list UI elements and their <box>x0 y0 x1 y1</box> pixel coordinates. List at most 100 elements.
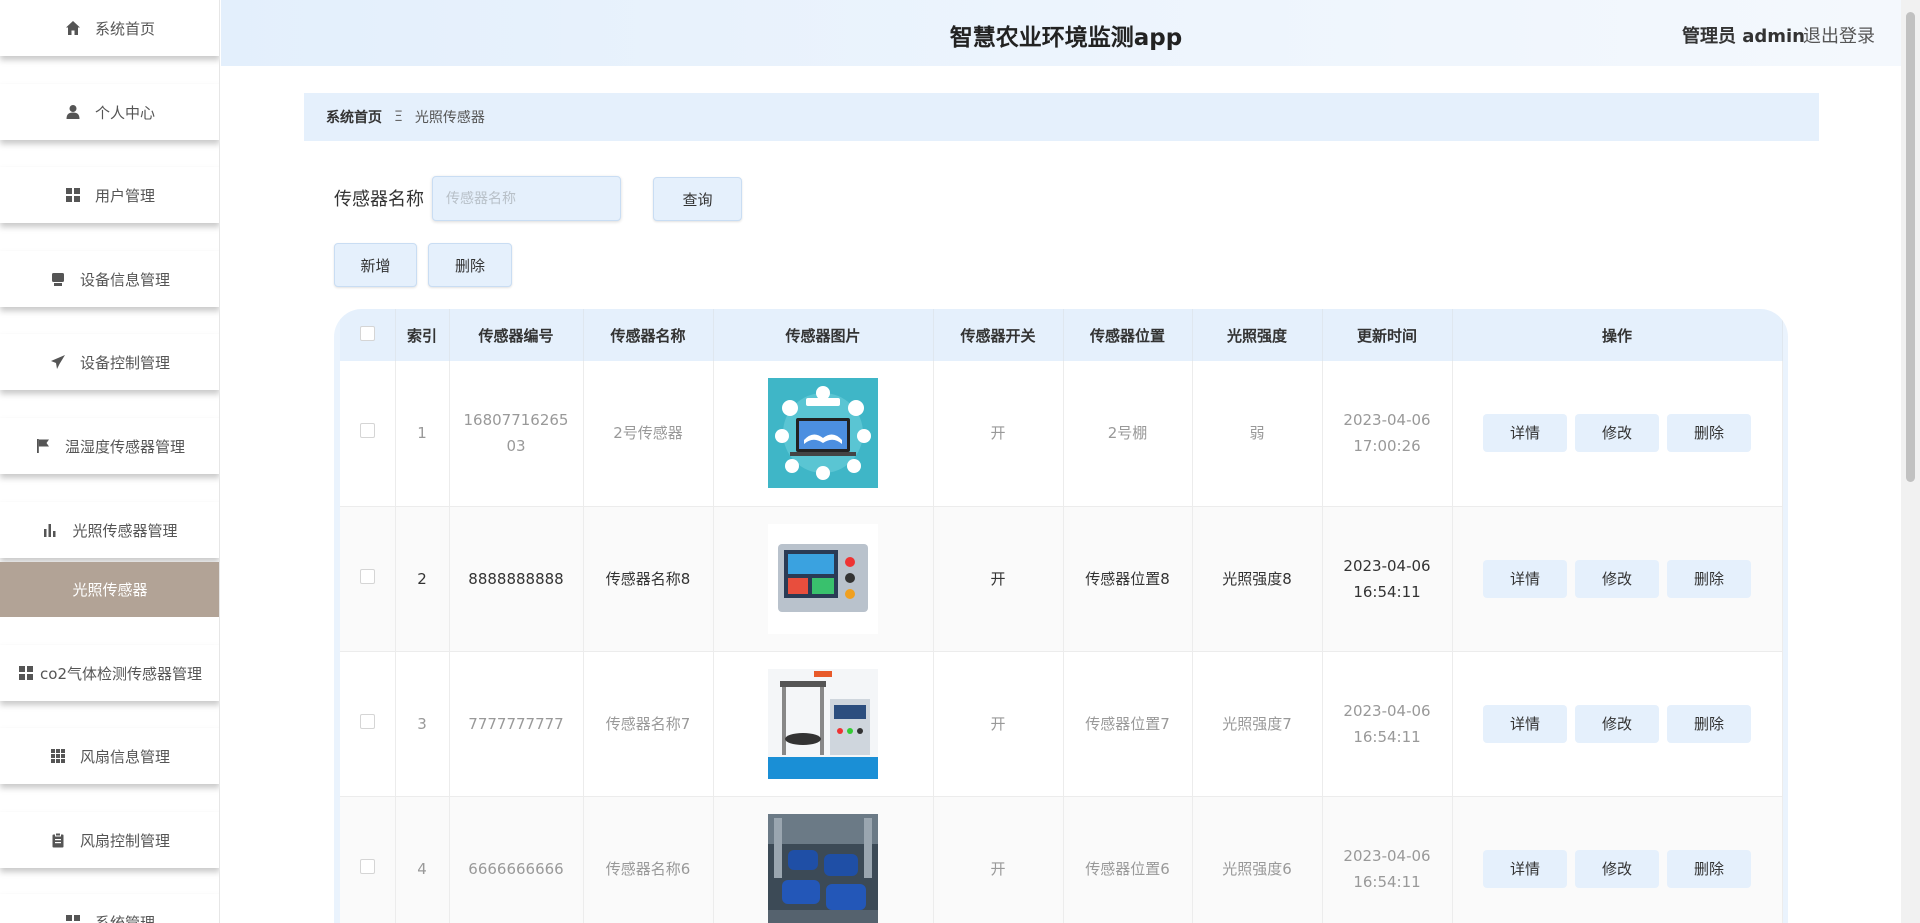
sidebar-item-label: 设备控制管理 <box>79 353 170 372</box>
cell-switch: 开 <box>933 651 1064 797</box>
delete-button[interactable]: 删除 <box>1667 849 1751 888</box>
table-row: 3 7777777777 传感器名称7 开 传感器位置7 光照强度7 2023-… <box>340 651 1783 797</box>
sidebar-item-label: 风扇控制管理 <box>79 831 170 850</box>
search-button[interactable]: 查询 <box>653 177 742 221</box>
test-machine-image[interactable] <box>768 668 878 779</box>
breadcrumb-home[interactable]: 系统首页 <box>326 107 382 127</box>
search-input[interactable] <box>432 176 621 221</box>
cell-image <box>713 796 934 923</box>
sidebar-item-device-control[interactable]: 设备控制管理 <box>0 334 219 390</box>
current-user: 管理员 admin <box>1681 26 1805 47</box>
sidebar-item-fan-info[interactable]: 风扇信息管理 <box>0 728 219 784</box>
batch-delete-button[interactable]: 删除 <box>428 243 512 287</box>
pumps-image[interactable] <box>768 813 878 923</box>
cell-actions: 详情 修改 删除 <box>1452 506 1783 652</box>
cell-switch: 开 <box>933 796 1064 923</box>
row-checkbox[interactable] <box>359 858 375 874</box>
home-icon <box>65 20 81 36</box>
row-checkbox[interactable] <box>359 568 375 584</box>
cell-code: 1680771626503 <box>449 361 584 507</box>
table-row: 4 6666666666 传感器名称6 开 传感器位置6 光照强度6 2023-… <box>340 796 1783 923</box>
cell-actions: 详情 修改 删除 <box>1452 361 1783 507</box>
edit-button[interactable]: 修改 <box>1575 414 1659 453</box>
column-header: 传感器图片 <box>713 309 934 361</box>
cell-location: 传感器位置7 <box>1063 651 1193 797</box>
logout-link[interactable]: 退出登录 <box>1803 22 1875 48</box>
sidebar-item-label: 系统首页 <box>94 19 155 38</box>
cell-light: 弱 <box>1192 361 1323 507</box>
detail-button[interactable]: 详情 <box>1483 849 1567 888</box>
column-header: 传感器名称 <box>583 309 714 361</box>
sidebar-item-temp-humidity[interactable]: 温湿度传感器管理 <box>0 418 219 474</box>
top-header: 智慧农业环境监测app 管理员 admin 退出登录 <box>221 0 1901 66</box>
sidebar-item-co2-sensor[interactable]: co2气体检测传感器管理 <box>0 645 219 701</box>
cell-light: 光照强度7 <box>1192 651 1323 797</box>
breadcrumb: 系统首页 Ξ 光照传感器 <box>304 93 1819 141</box>
grid-icon <box>18 665 34 681</box>
cell-switch: 开 <box>933 506 1064 652</box>
add-button[interactable]: 新增 <box>334 243 417 287</box>
cell-switch: 开 <box>933 361 1064 507</box>
detail-button[interactable]: 详情 <box>1483 704 1567 743</box>
delete-button[interactable]: 删除 <box>1667 704 1751 743</box>
cell-code: 8888888888 <box>449 506 584 652</box>
edit-button[interactable]: 修改 <box>1575 704 1659 743</box>
sidebar-item-system[interactable]: 系统管理 <box>0 894 219 923</box>
bar-chart-icon <box>42 522 58 538</box>
cell-index: 1 <box>395 361 450 507</box>
column-header: 光照强度 <box>1192 309 1323 361</box>
cell-name: 传感器名称6 <box>583 796 714 923</box>
page-scrollbar[interactable] <box>1901 0 1920 923</box>
cell-location: 传感器位置8 <box>1063 506 1193 652</box>
sidebar-item-users[interactable]: 用户管理 <box>0 167 219 223</box>
flag-icon <box>35 438 51 454</box>
table-row: 1 1680771626503 2号传感器 开 2号棚 弱 2023-04-06… <box>340 361 1783 507</box>
row-checkbox[interactable] <box>359 423 375 439</box>
cell-light: 光照强度8 <box>1192 506 1323 652</box>
cell-actions: 详情 修改 删除 <box>1452 796 1783 923</box>
sidebar-item-light-sensor-mgmt[interactable]: 光照传感器管理 <box>0 502 219 558</box>
scrollbar-thumb[interactable] <box>1906 12 1915 482</box>
sidebar-item-light-sensor[interactable]: 光照传感器 <box>0 562 219 617</box>
sidebar-item-label: 用户管理 <box>94 186 155 205</box>
cell-time: 2023-04-06 16:54:11 <box>1322 506 1453 652</box>
sidebar-item-device-info[interactable]: 设备信息管理 <box>0 251 219 307</box>
column-header: 操作 <box>1452 309 1783 361</box>
column-header: 更新时间 <box>1322 309 1453 361</box>
sensor-table: 索引 传感器编号 传感器名称 传感器图片 传感器开关 传感器位置 光照强度 更新… <box>334 309 1788 923</box>
edit-button[interactable]: 修改 <box>1575 849 1659 888</box>
sidebar-item-profile[interactable]: 个人中心 <box>0 84 219 140</box>
cell-name: 传感器名称7 <box>583 651 714 797</box>
detail-button[interactable]: 详情 <box>1483 414 1567 453</box>
sidebar-item-label: 光照传感器管理 <box>72 521 178 540</box>
select-all-checkbox[interactable] <box>359 325 375 341</box>
control-panel-image[interactable] <box>768 523 878 634</box>
cell-time: 2023-04-06 17:00:26 <box>1322 361 1453 507</box>
cell-code: 6666666666 <box>449 796 584 923</box>
grid9-icon <box>50 748 66 764</box>
column-header: 传感器位置 <box>1063 309 1193 361</box>
cell-index: 2 <box>395 506 450 652</box>
table-row: 2 8888888888 传感器名称8 开 传感器位置8 光照强度8 2023-… <box>340 506 1783 652</box>
table-header-row: 索引 传感器编号 传感器名称 传感器图片 传感器开关 传感器位置 光照强度 更新… <box>340 309 1783 361</box>
sidebar-item-label: 个人中心 <box>94 103 155 122</box>
sidebar-item-label: 风扇信息管理 <box>79 747 170 766</box>
delete-button[interactable]: 删除 <box>1667 559 1751 598</box>
paper-plane-icon <box>50 354 66 370</box>
cell-time: 2023-04-06 16:54:11 <box>1322 651 1453 797</box>
cell-time: 2023-04-06 16:54:11 <box>1322 796 1453 923</box>
cell-name: 传感器名称8 <box>583 506 714 652</box>
row-checkbox[interactable] <box>359 713 375 729</box>
user-icon <box>65 104 81 120</box>
edit-button[interactable]: 修改 <box>1575 559 1659 598</box>
sidebar-item-home[interactable]: 系统首页 <box>0 0 219 56</box>
delete-button[interactable]: 删除 <box>1667 414 1751 453</box>
device-icon <box>50 271 66 287</box>
grid-icon <box>65 187 81 203</box>
breadcrumb-separator-icon: Ξ <box>394 109 403 125</box>
cell-location: 2号棚 <box>1063 361 1193 507</box>
education-laptop-image[interactable] <box>768 378 878 489</box>
detail-button[interactable]: 详情 <box>1483 559 1567 598</box>
app-title: 智慧农业环境监测app <box>949 25 1183 51</box>
sidebar-item-fan-control[interactable]: 风扇控制管理 <box>0 812 219 868</box>
